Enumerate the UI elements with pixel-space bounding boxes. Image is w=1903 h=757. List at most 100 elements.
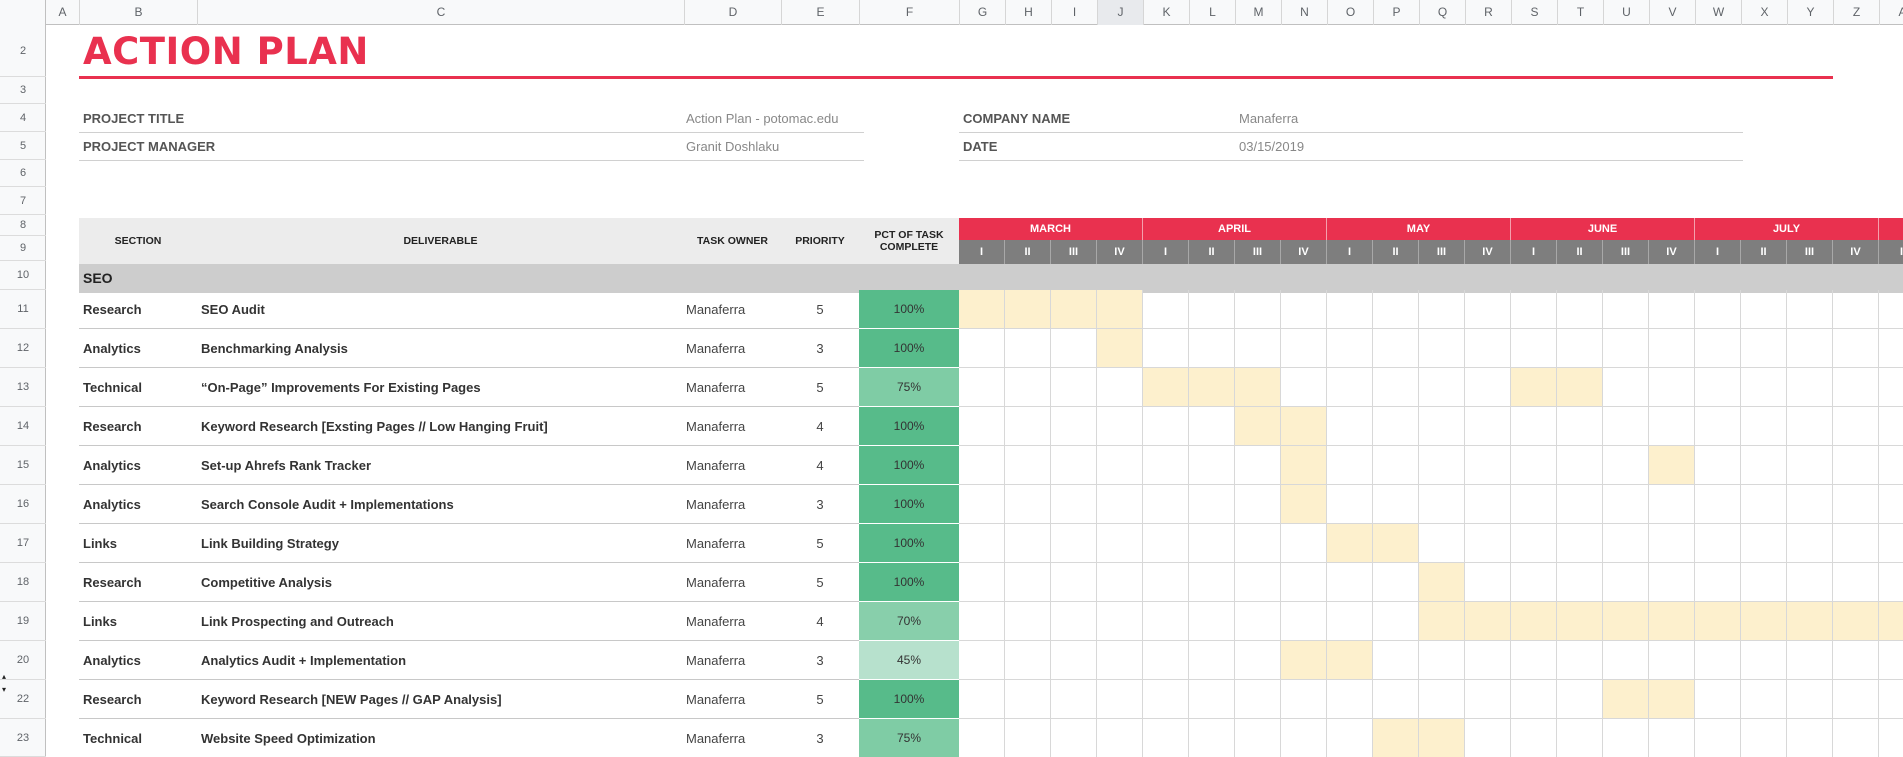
row-header-19[interactable]: 19 <box>0 602 46 641</box>
gantt-cell[interactable] <box>1373 407 1419 446</box>
gantt-cell[interactable] <box>1327 485 1373 524</box>
column-header-w[interactable]: W <box>1696 0 1742 25</box>
row-header-3[interactable]: 3 <box>0 77 46 104</box>
gantt-cell[interactable] <box>1143 329 1189 368</box>
column-header-n[interactable]: N <box>1282 0 1328 25</box>
row-header-20[interactable]: 20 <box>0 641 46 680</box>
gantt-cell[interactable] <box>1373 563 1419 602</box>
week-header[interactable]: II <box>1373 240 1419 264</box>
gantt-cell[interactable] <box>1603 329 1649 368</box>
task-section-cell[interactable]: Research <box>83 290 197 329</box>
gantt-cell[interactable] <box>1833 719 1879 757</box>
task-owner-column-header[interactable]: TASK OWNER <box>684 218 781 264</box>
gantt-cell[interactable] <box>1097 641 1143 680</box>
gantt-cell[interactable] <box>1833 329 1879 368</box>
gantt-cell-active[interactable] <box>959 290 1005 329</box>
gantt-cell[interactable] <box>1189 680 1235 719</box>
task-priority-cell[interactable]: 5 <box>781 524 859 563</box>
task-priority-cell[interactable]: 5 <box>781 680 859 719</box>
column-header-a[interactable]: A <box>1880 0 1903 25</box>
task-priority-cell[interactable]: 4 <box>781 602 859 641</box>
week-header[interactable]: III <box>1603 240 1649 264</box>
gantt-cell[interactable] <box>1143 407 1189 446</box>
gantt-cell[interactable] <box>959 563 1005 602</box>
gantt-cell-active[interactable] <box>1741 602 1787 641</box>
gantt-cell-active[interactable] <box>1833 602 1879 641</box>
gantt-cell[interactable] <box>1465 641 1511 680</box>
gantt-cell[interactable] <box>1005 680 1051 719</box>
gantt-cell[interactable] <box>1143 602 1189 641</box>
task-deliverable-cell[interactable]: Search Console Audit + Implementations <box>201 485 684 524</box>
gantt-cell[interactable] <box>1327 602 1373 641</box>
gantt-cell[interactable] <box>959 407 1005 446</box>
gantt-cell-active[interactable] <box>1603 602 1649 641</box>
gantt-cell[interactable] <box>959 329 1005 368</box>
task-section-cell[interactable]: Research <box>83 563 197 602</box>
column-header-f[interactable]: F <box>860 0 960 25</box>
row-group-toggle-down-icon[interactable]: ▾ <box>2 685 6 694</box>
gantt-cell-active[interactable] <box>1465 602 1511 641</box>
column-header-c[interactable]: C <box>198 0 685 25</box>
column-header-x[interactable]: X <box>1742 0 1788 25</box>
gantt-cell[interactable] <box>1879 290 1903 329</box>
gantt-cell[interactable] <box>959 680 1005 719</box>
task-section-cell[interactable]: Technical <box>83 368 197 407</box>
gantt-cell[interactable] <box>959 719 1005 757</box>
task-pct-complete-cell[interactable]: 100% <box>859 407 959 446</box>
gantt-cell[interactable] <box>1143 680 1189 719</box>
row-header-13[interactable]: 13 <box>0 368 46 407</box>
gantt-cell-active[interactable] <box>1373 524 1419 563</box>
gantt-cell[interactable] <box>1879 719 1903 757</box>
select-all-corner[interactable] <box>0 0 46 25</box>
task-owner-cell[interactable]: Manaferra <box>686 524 781 563</box>
gantt-cell[interactable] <box>1051 641 1097 680</box>
gantt-cell[interactable] <box>1741 368 1787 407</box>
gantt-cell[interactable] <box>1143 446 1189 485</box>
task-pct-complete-cell[interactable]: 75% <box>859 719 959 757</box>
gantt-cell[interactable] <box>1695 719 1741 757</box>
gantt-cell[interactable] <box>1051 719 1097 757</box>
gantt-cell-active[interactable] <box>1603 680 1649 719</box>
row-header-12[interactable]: 12 <box>0 329 46 368</box>
week-header[interactable]: II <box>1189 240 1235 264</box>
gantt-cell-active[interactable] <box>1511 602 1557 641</box>
gantt-cell[interactable] <box>1189 485 1235 524</box>
gantt-cell[interactable] <box>1373 368 1419 407</box>
gantt-cell[interactable] <box>1649 524 1695 563</box>
gantt-cell[interactable] <box>1833 446 1879 485</box>
task-section-cell[interactable]: Research <box>83 407 197 446</box>
gantt-cell[interactable] <box>1327 290 1373 329</box>
week-header[interactable]: II <box>1741 240 1787 264</box>
gantt-cell-active[interactable] <box>1695 602 1741 641</box>
row-header-2[interactable]: 2 <box>0 25 46 77</box>
gantt-cell[interactable] <box>1097 368 1143 407</box>
gantt-cell[interactable] <box>1327 680 1373 719</box>
task-pct-complete-cell[interactable]: 100% <box>859 329 959 368</box>
gantt-cell[interactable] <box>1603 407 1649 446</box>
gantt-cell[interactable] <box>1235 680 1281 719</box>
gantt-cell[interactable] <box>1235 563 1281 602</box>
deliverable-column-header[interactable]: DELIVERABLE <box>197 218 684 264</box>
gantt-cell[interactable] <box>1879 329 1903 368</box>
task-section-cell[interactable]: Links <box>83 524 197 563</box>
task-section-cell[interactable]: Links <box>83 602 197 641</box>
gantt-cell[interactable] <box>1557 407 1603 446</box>
task-section-cell[interactable]: Technical <box>83 719 197 757</box>
gantt-cell[interactable] <box>1833 485 1879 524</box>
gantt-cell-active[interactable] <box>1327 641 1373 680</box>
gantt-cell[interactable] <box>1465 719 1511 757</box>
task-pct-complete-cell[interactable]: 100% <box>859 290 959 329</box>
gantt-cell-active[interactable] <box>1787 602 1833 641</box>
task-priority-cell[interactable]: 5 <box>781 290 859 329</box>
gantt-cell[interactable] <box>1787 290 1833 329</box>
gantt-cell[interactable] <box>1097 680 1143 719</box>
gantt-cell[interactable] <box>959 485 1005 524</box>
gantt-cell[interactable] <box>1189 563 1235 602</box>
week-header[interactable]: I <box>1327 240 1373 264</box>
gantt-cell[interactable] <box>1511 485 1557 524</box>
gantt-cell[interactable] <box>1235 290 1281 329</box>
gantt-cell[interactable] <box>1465 485 1511 524</box>
week-header[interactable]: II <box>1005 240 1051 264</box>
column-header-q[interactable]: Q <box>1420 0 1466 25</box>
week-header[interactable]: III <box>1419 240 1465 264</box>
